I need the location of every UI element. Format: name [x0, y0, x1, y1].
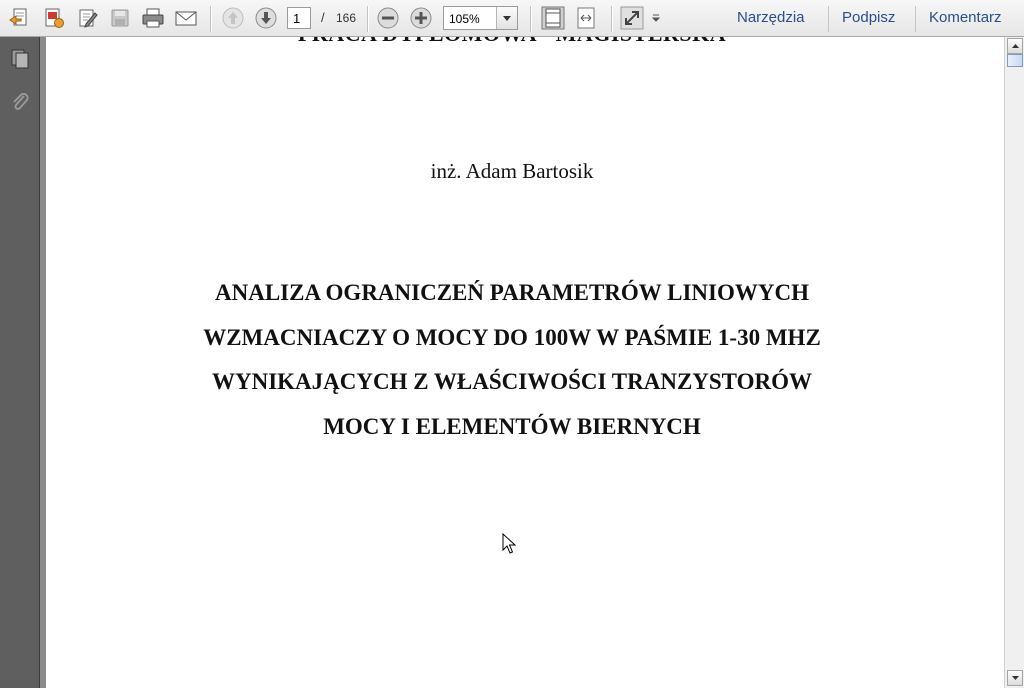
- title-line: MOCY I ELEMENTÓW BIERNYCH: [323, 413, 701, 439]
- plus-circle-icon: [410, 7, 432, 29]
- zoom-dropdown-button[interactable]: [496, 7, 517, 29]
- toolbar-separator: [210, 6, 212, 32]
- page-total: 166: [336, 11, 357, 25]
- attachments-panel-button[interactable]: [6, 88, 34, 116]
- toolbar-separator: [530, 6, 532, 32]
- floppy-disk-icon: [111, 9, 129, 27]
- menu-comment[interactable]: Komentarz: [929, 9, 1002, 26]
- open-file-button[interactable]: [5, 5, 33, 31]
- zoom-select[interactable]: 105%: [443, 6, 518, 30]
- envelope-icon: [175, 11, 197, 26]
- previous-page-button[interactable]: [219, 5, 247, 31]
- document-page: PRACA DYPLOMOWA - MAGISTERSKA inż. Adam …: [46, 37, 1004, 688]
- title-line: WYNIKAJĄCYCH Z WŁAŚCIWOŚCI TRANZYSTORÓW: [211, 369, 813, 394]
- document-author: inż. Adam Bartosik: [430, 159, 594, 183]
- pencil-page-icon: [79, 9, 98, 28]
- document-title: ANALIZA OGRANICZEŃ PARAMETRÓW LINIOWYCH …: [46, 271, 1004, 449]
- save-button[interactable]: [106, 5, 134, 31]
- scroll-up-button[interactable]: [1007, 38, 1023, 54]
- arrow-down-icon: [255, 7, 277, 29]
- toolbar-separator: [367, 6, 369, 32]
- page-number-input[interactable]: 1: [287, 7, 311, 29]
- menu-tools[interactable]: Narzędzia: [737, 9, 805, 26]
- pages-icon: [11, 49, 29, 69]
- open-file-icon: [9, 8, 27, 26]
- toolbar-separator: [611, 6, 613, 32]
- arrow-up-small-icon: [1011, 44, 1019, 48]
- arrow-down-small-icon: [1011, 676, 1019, 680]
- scroll-down-button[interactable]: [1007, 670, 1023, 686]
- page-separator: /: [321, 10, 325, 25]
- overflow-chevron-icon: [651, 14, 661, 22]
- toolbar-options-button[interactable]: [648, 5, 664, 31]
- fit-page-button[interactable]: [539, 5, 567, 31]
- navigation-panel: [0, 37, 40, 688]
- zoom-out-button[interactable]: [374, 5, 402, 31]
- fit-page-icon: [541, 6, 565, 30]
- expand-icon: [620, 6, 644, 30]
- fit-width-icon: [577, 7, 595, 29]
- mouse-cursor-icon: [502, 533, 516, 554]
- pages-panel-button[interactable]: [6, 45, 34, 73]
- print-button[interactable]: [139, 5, 167, 31]
- title-line: ANALIZA OGRANICZEŃ PARAMETRÓW LINIOWYCH: [214, 280, 809, 305]
- menu-separator: [915, 6, 916, 32]
- next-page-button[interactable]: [252, 5, 280, 31]
- menu-sign[interactable]: Podpisz: [842, 9, 895, 26]
- chevron-down-icon: [503, 15, 511, 21]
- title-line: WZMACNIACZY O MOCY DO 100W W PAŚMIE 1-30…: [203, 324, 821, 350]
- create-pdf-icon: [45, 8, 64, 28]
- paperclip-icon: [13, 93, 29, 110]
- minus-circle-icon: [377, 7, 399, 29]
- menu-separator: [828, 6, 829, 32]
- document-header: PRACA DYPLOMOWA - MAGISTERSKA: [46, 37, 1004, 47]
- zoom-value: 105%: [449, 12, 480, 26]
- email-button[interactable]: [172, 5, 200, 31]
- fit-width-button[interactable]: [572, 5, 600, 31]
- toolbar: 1 / 166 105% Narzędzia Podpisz Komentarz: [0, 0, 1024, 37]
- vertical-scrollbar[interactable]: [1004, 37, 1024, 688]
- arrow-up-icon: [222, 7, 244, 29]
- printer-icon: [142, 8, 164, 28]
- zoom-in-button[interactable]: [407, 5, 435, 31]
- create-pdf-button[interactable]: [40, 5, 68, 31]
- edit-button[interactable]: [74, 5, 102, 31]
- scroll-thumb[interactable]: [1007, 54, 1023, 67]
- full-screen-button[interactable]: [618, 5, 646, 31]
